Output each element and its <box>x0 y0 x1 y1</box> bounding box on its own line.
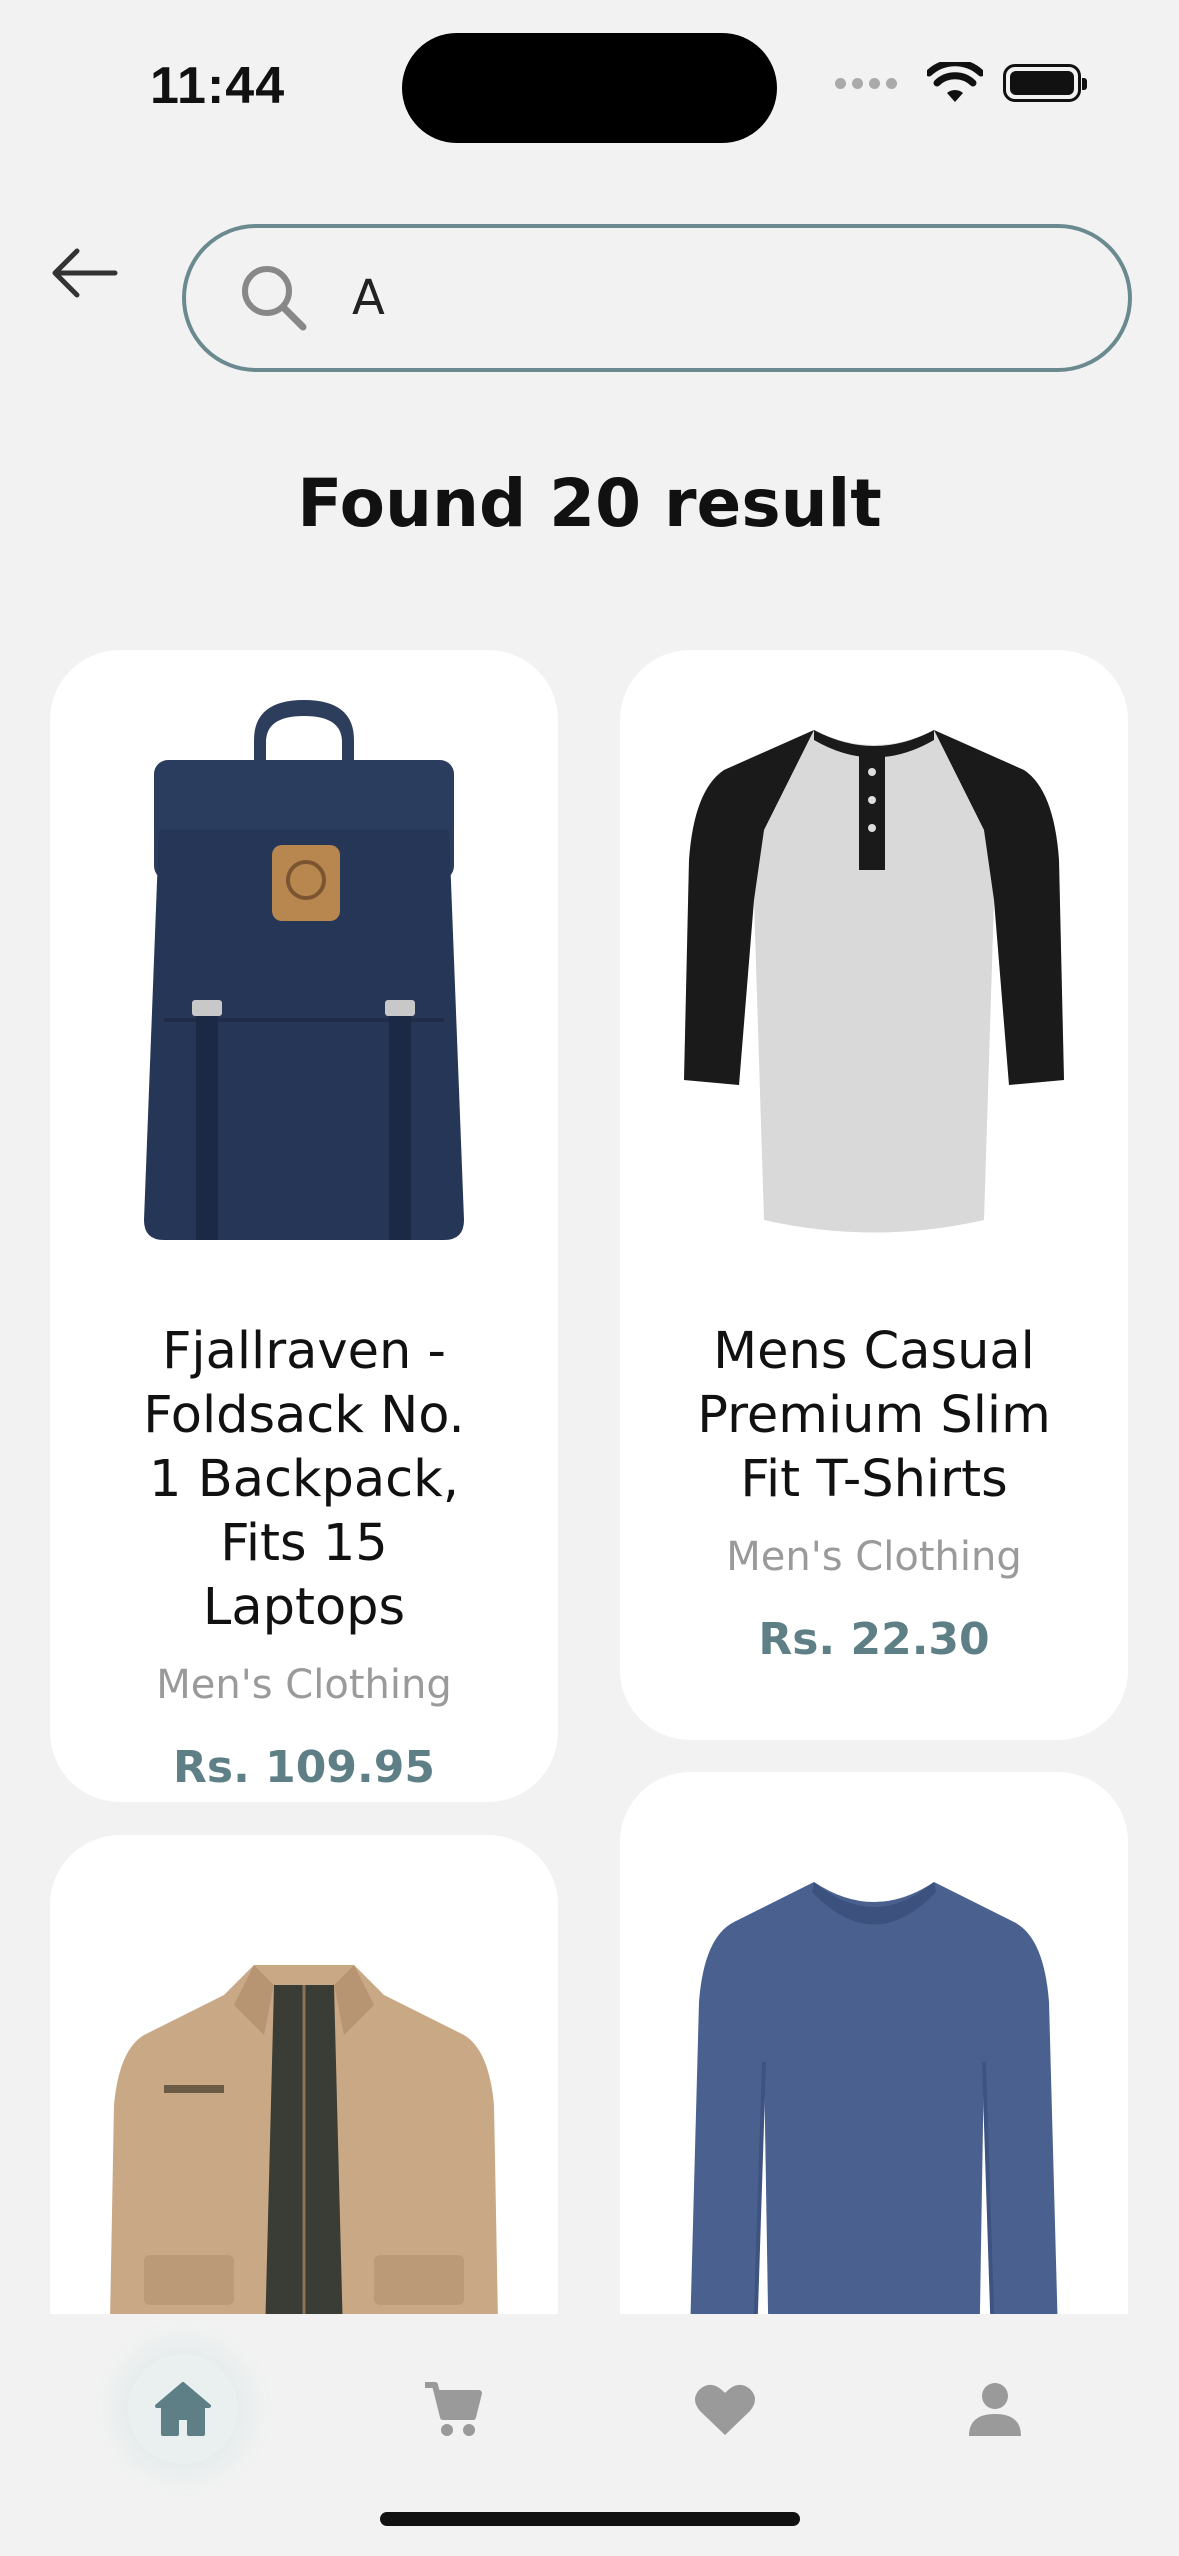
product-title: Mens Casual Premium Slim Fit T-Shirts <box>697 1322 1051 1509</box>
person-icon <box>969 2383 1021 2436</box>
product-title: Fjallraven - Foldsack No. 1 Backpack, Fi… <box>143 1322 465 1637</box>
product-image <box>620 1772 1128 2372</box>
product-image <box>50 1835 558 2375</box>
backpack-image <box>144 700 464 1240</box>
nav-home[interactable] <box>128 2354 238 2464</box>
nav-profile[interactable] <box>940 2354 1050 2464</box>
product-price: Rs. 109.95 <box>173 1742 435 1793</box>
product-image <box>620 670 1128 1290</box>
home-indicator <box>380 2512 800 2526</box>
product-card[interactable]: Fjallraven - Foldsack No. 1 Backpack, Fi… <box>50 650 558 1802</box>
search-bar[interactable] <box>182 224 1132 372</box>
product-card[interactable] <box>50 1835 558 2395</box>
nav-favorites[interactable] <box>670 2354 780 2464</box>
arrow-left-icon <box>52 248 118 298</box>
product-image <box>50 670 558 1290</box>
back-button[interactable] <box>44 238 124 308</box>
product-price: Rs. 22.30 <box>758 1614 990 1665</box>
status-icons <box>835 62 1087 104</box>
product-category: Men's Clothing <box>156 1662 452 1708</box>
raglan-tshirt-image <box>684 730 1064 1233</box>
long-sleeve-shirt-image <box>689 1882 1059 2372</box>
home-icon <box>155 2382 211 2436</box>
signal-icon <box>835 77 897 89</box>
product-category: Men's Clothing <box>726 1534 1022 1580</box>
product-card[interactable] <box>620 1772 1128 2392</box>
nav-cart[interactable] <box>398 2354 508 2464</box>
search-input[interactable] <box>352 270 1052 326</box>
status-time: 11:44 <box>150 57 286 115</box>
wifi-icon <box>927 62 983 102</box>
results-count-heading: Found 20 result <box>297 465 882 542</box>
product-card[interactable]: Mens Casual Premium Slim Fit T-Shirts Me… <box>620 650 1128 1740</box>
jacket-image <box>109 1965 499 2375</box>
heart-icon <box>695 2384 755 2435</box>
search-icon <box>236 260 312 336</box>
dynamic-island <box>402 33 777 143</box>
battery-icon <box>1003 64 1087 102</box>
cart-icon <box>425 2382 482 2436</box>
